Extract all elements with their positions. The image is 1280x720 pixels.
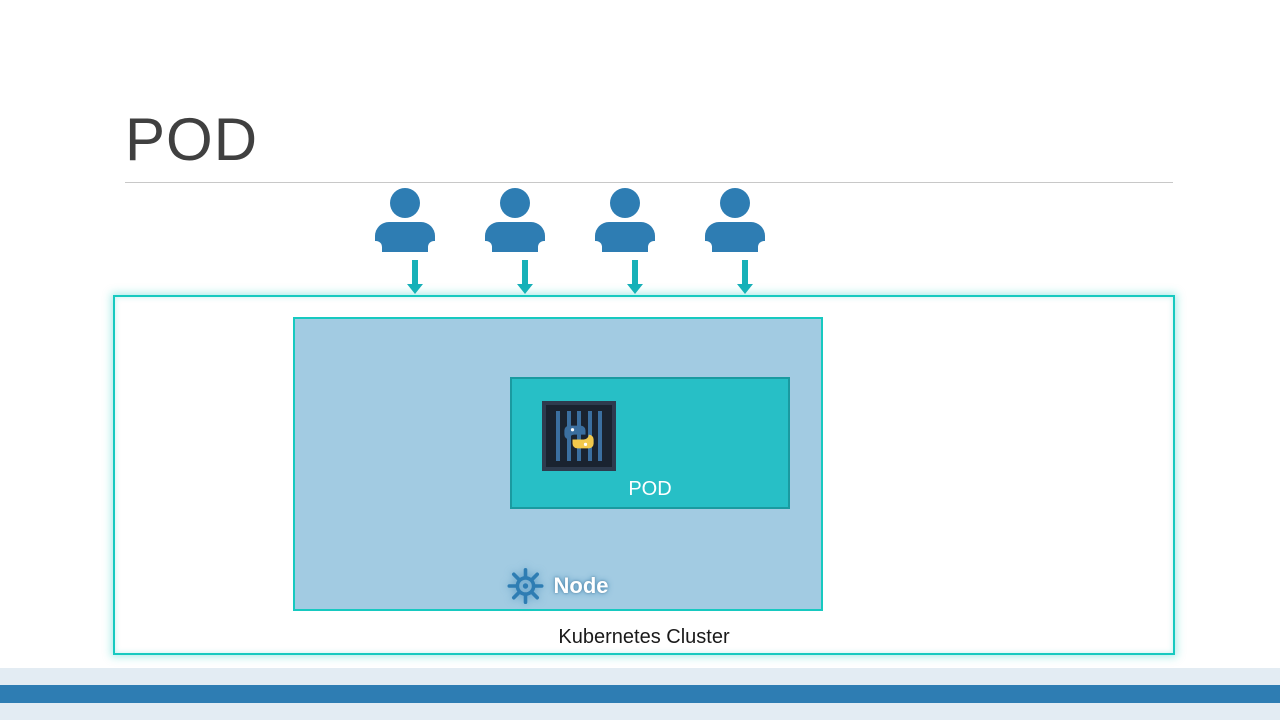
user-icon (380, 188, 430, 252)
user-icon (600, 188, 650, 252)
node-label-wrap: Node (508, 568, 609, 604)
user-icon (490, 188, 540, 252)
footer-bars (0, 668, 1280, 720)
users-row (380, 188, 760, 252)
helm-wheel-icon (508, 568, 544, 604)
pod-box: POD (510, 377, 790, 509)
python-container-icon (542, 401, 616, 471)
title-divider (125, 182, 1173, 183)
node-box: POD (293, 317, 823, 611)
node-label: Node (554, 573, 609, 599)
down-arrow-icon (632, 260, 638, 286)
down-arrow-icon (522, 260, 528, 286)
down-arrow-icon (412, 260, 418, 286)
pod-label: POD (628, 478, 671, 501)
user-icon (710, 188, 760, 252)
cluster-label: Kubernetes Cluster (558, 626, 729, 649)
down-arrow-icon (742, 260, 748, 286)
page-title: POD (125, 105, 258, 174)
arrows-row (412, 260, 748, 286)
cluster-box: POD (113, 295, 1175, 655)
python-logo-icon (562, 424, 596, 450)
